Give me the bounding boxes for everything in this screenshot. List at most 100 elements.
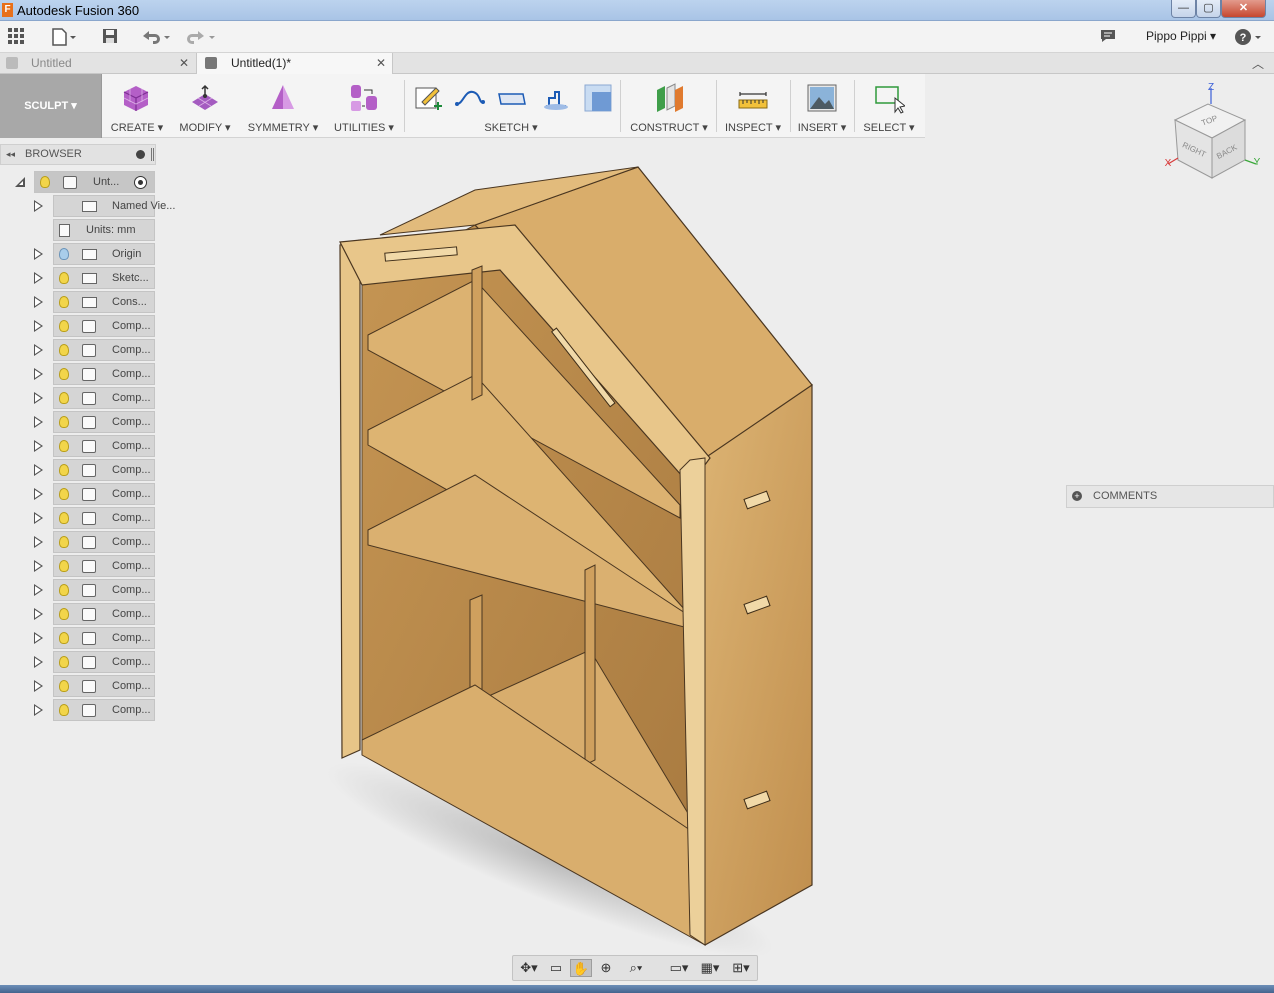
expand-triangle-icon[interactable] [34, 632, 43, 644]
tab-untitled-1[interactable]: Untitled(1)* ✕ [196, 53, 393, 74]
workspace-switcher[interactable]: SCULPT ▾ [0, 74, 102, 138]
expand-triangle-icon[interactable] [34, 248, 43, 260]
browser-item[interactable]: Sketc... [0, 267, 156, 289]
visibility-bulb-icon[interactable] [59, 464, 69, 476]
collapse-browser-icon[interactable]: ◂◂ [6, 145, 15, 164]
grid-settings-icon[interactable]: ▦▾ [696, 959, 724, 977]
pan-hand-icon[interactable]: ✋ [570, 959, 592, 977]
browser-item-box[interactable]: Comp... [53, 411, 155, 433]
create-menu[interactable]: CREATE ▾ [106, 74, 168, 138]
expand-triangle-icon[interactable] [34, 440, 43, 452]
visibility-bulb-icon[interactable] [59, 248, 69, 260]
browser-item-box[interactable]: Comp... [53, 363, 155, 385]
visibility-bulb-icon[interactable] [59, 536, 69, 548]
visibility-bulb-icon[interactable] [59, 584, 69, 596]
browser-item-box[interactable]: Comp... [53, 531, 155, 553]
browser-item-box[interactable]: Comp... [53, 315, 155, 337]
divider-top[interactable] [471, 265, 483, 401]
browser-item-box[interactable]: Comp... [53, 483, 155, 505]
expand-triangle-icon[interactable] [34, 368, 43, 380]
inspect-menu[interactable]: INSPECT ▾ [720, 74, 786, 138]
browser-item[interactable]: Comp... [0, 699, 156, 721]
construct-menu[interactable]: CONSTRUCT ▾ [626, 74, 712, 138]
redo-icon[interactable] [185, 27, 217, 47]
browser-item[interactable]: Named Vie... [0, 195, 175, 217]
browser-item-box[interactable]: Comp... [53, 675, 155, 697]
browser-item[interactable]: Units: mm [0, 219, 156, 241]
browser-item-box[interactable]: Comp... [53, 555, 155, 577]
look-at-icon[interactable]: ▭ [545, 959, 567, 977]
minimize-button[interactable]: — [1171, 0, 1196, 18]
visibility-bulb-icon[interactable] [59, 440, 69, 452]
browser-item-box[interactable]: Named Vie... [53, 195, 175, 217]
expand-triangle-icon[interactable] [34, 344, 43, 356]
browser-item[interactable]: Comp... [0, 627, 156, 649]
close-tab-icon[interactable]: ✕ [179, 53, 189, 73]
visibility-bulb-icon[interactable] [59, 704, 69, 716]
comments-panel[interactable]: + COMMENTS [1066, 485, 1274, 508]
expand-triangle-icon[interactable] [34, 392, 43, 404]
expand-triangle-icon[interactable] [34, 560, 43, 572]
close-button[interactable]: ✕ [1221, 0, 1266, 18]
browser-item[interactable]: Origin [0, 243, 156, 265]
browser-item-box[interactable]: Cons... [53, 291, 155, 313]
visibility-bulb-icon[interactable] [59, 344, 69, 356]
activate-radio-icon[interactable] [134, 176, 147, 189]
browser-item[interactable]: Comp... [0, 363, 156, 385]
sketch-menu[interactable]: SKETCH ▾ [408, 74, 614, 138]
visibility-bulb-icon[interactable] [59, 608, 69, 620]
visibility-bulb-icon[interactable] [59, 416, 69, 428]
view-cube[interactable]: TOP RIGHT BACK Z X Y [1160, 82, 1260, 182]
visibility-bulb-icon[interactable] [59, 320, 69, 332]
help-icon[interactable]: ? [1234, 27, 1264, 47]
expand-triangle-icon[interactable] [34, 272, 43, 284]
add-comment-icon[interactable]: + [1072, 491, 1082, 501]
browser-item-box[interactable]: Comp... [53, 579, 155, 601]
visibility-bulb-icon[interactable] [59, 632, 69, 644]
insert-menu[interactable]: INSERT ▾ [794, 74, 850, 138]
display-settings-icon[interactable]: ▭▾ [665, 959, 693, 977]
modify-menu[interactable]: MODIFY ▾ [176, 74, 234, 138]
browser-item-box[interactable]: Comp... [53, 459, 155, 481]
zoom-icon[interactable]: ⊕ [595, 959, 617, 977]
expand-triangle-icon[interactable] [34, 416, 43, 428]
visibility-bulb-icon[interactable] [59, 488, 69, 500]
browser-item-box[interactable]: Comp... [53, 387, 155, 409]
tab-untitled[interactable]: Untitled ✕ [0, 53, 195, 74]
apps-grid-icon[interactable] [6, 27, 26, 47]
browser-item[interactable]: Comp... [0, 411, 156, 433]
browser-item[interactable]: Comp... [0, 435, 156, 457]
browser-item-box[interactable]: Comp... [53, 651, 155, 673]
maximize-button[interactable]: ▢ [1196, 0, 1221, 18]
expand-triangle-icon[interactable] [34, 320, 43, 332]
expanded-triangle-icon[interactable] [14, 176, 26, 188]
model-viewport[interactable] [300, 140, 860, 955]
browser-item[interactable]: Cons... [0, 291, 156, 313]
visibility-bulb-icon[interactable] [59, 392, 69, 404]
browser-item[interactable]: Comp... [0, 459, 156, 481]
expand-triangle-icon[interactable] [34, 608, 43, 620]
browser-item-box[interactable]: Comp... [53, 435, 155, 457]
visibility-bulb-icon[interactable] [40, 176, 50, 188]
close-tab-icon[interactable]: ✕ [376, 53, 386, 73]
browser-item[interactable]: Comp... [0, 387, 156, 409]
visibility-bulb-icon[interactable] [59, 560, 69, 572]
notifications-icon[interactable] [1098, 27, 1118, 47]
browser-item-box[interactable]: Comp... [53, 507, 155, 529]
browser-item[interactable]: Comp... [0, 531, 156, 553]
browser-item-box[interactable]: Comp... [53, 603, 155, 625]
expand-triangle-icon[interactable] [34, 296, 43, 308]
browser-item[interactable]: Comp... [0, 579, 156, 601]
browser-item-box[interactable]: Units: mm [53, 219, 155, 241]
browser-item-box[interactable]: Comp... [53, 699, 155, 721]
symmetry-menu[interactable]: SYMMETRY ▾ [244, 74, 322, 138]
expand-triangle-icon[interactable] [34, 200, 43, 212]
browser-item[interactable]: Comp... [0, 483, 156, 505]
browser-item[interactable]: Comp... [0, 651, 156, 673]
pin-browser-icon[interactable] [136, 150, 145, 159]
browser-item-box[interactable]: Origin [53, 243, 155, 265]
browser-item-box[interactable]: Comp... [53, 627, 155, 649]
browser-item[interactable]: Comp... [0, 339, 156, 361]
browser-item[interactable]: Comp... [0, 603, 156, 625]
browser-item[interactable]: Comp... [0, 675, 156, 697]
